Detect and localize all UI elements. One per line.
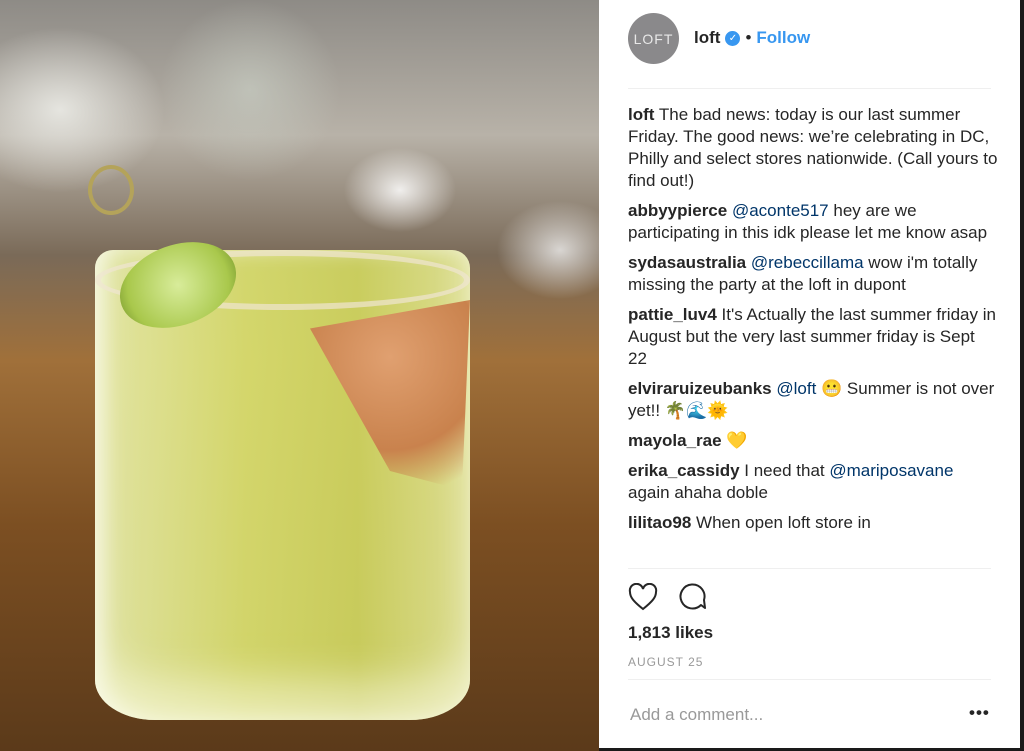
comment: sydasaustralia @rebeccillama wow i'm tot… bbox=[628, 252, 998, 296]
post-photo bbox=[0, 0, 599, 751]
post-date[interactable]: AUGUST 25 bbox=[628, 655, 703, 669]
add-comment-input[interactable]: Add a comment... bbox=[630, 705, 763, 725]
comment-user[interactable]: elviraruizeubanks bbox=[628, 379, 772, 398]
comment-text: When open loft store in bbox=[696, 513, 871, 532]
comment: lilitao98 When open loft store in bbox=[628, 512, 998, 534]
post-side-panel: LOFT loft ✓ • Follow loft The bad news: … bbox=[599, 0, 1020, 748]
mention-link[interactable]: @loft bbox=[776, 379, 816, 398]
comment-text: again ahaha doble bbox=[628, 483, 768, 502]
comment-user[interactable]: mayola_rae bbox=[628, 431, 722, 450]
divider bbox=[628, 568, 991, 569]
post-header: loft ✓ • Follow bbox=[694, 28, 810, 48]
comment-icon[interactable] bbox=[678, 583, 708, 611]
username[interactable]: loft bbox=[694, 28, 720, 48]
comment-user[interactable]: abbyypierce bbox=[628, 201, 727, 220]
more-options-icon[interactable]: ••• bbox=[969, 703, 990, 723]
separator: • bbox=[745, 28, 752, 47]
comment-user[interactable]: lilitao98 bbox=[628, 513, 691, 532]
comment: abbyypierce @aconte517 hey are we partic… bbox=[628, 200, 998, 244]
caption: loft The bad news: today is our last sum… bbox=[628, 104, 998, 192]
comment-user[interactable]: erika_cassidy bbox=[628, 461, 740, 480]
comment: mayola_rae 💛 bbox=[628, 430, 998, 452]
mention-link[interactable]: @rebeccillama bbox=[751, 253, 864, 272]
follow-button[interactable]: Follow bbox=[756, 28, 810, 48]
cocktail-pick bbox=[88, 165, 134, 215]
comment-text: 💛 bbox=[726, 431, 748, 450]
verified-badge-icon: ✓ bbox=[725, 30, 741, 46]
comment: erika_cassidy I need that @mariposavane … bbox=[628, 460, 998, 504]
divider bbox=[628, 679, 991, 680]
avatar[interactable]: LOFT bbox=[628, 13, 679, 64]
comment-user[interactable]: sydasaustralia bbox=[628, 253, 746, 272]
divider bbox=[628, 88, 991, 89]
comment-user[interactable]: loft bbox=[628, 105, 654, 124]
likes-count[interactable]: 1,813 likes bbox=[628, 623, 713, 643]
comments-list[interactable]: loft The bad news: today is our last sum… bbox=[628, 104, 998, 568]
heart-icon[interactable] bbox=[628, 583, 658, 611]
mention-link[interactable]: @aconte517 bbox=[732, 201, 829, 220]
comment-text: The bad news: today is our last summer F… bbox=[628, 105, 998, 190]
avatar-text: LOFT bbox=[633, 30, 674, 47]
comment-text: I need that bbox=[744, 461, 825, 480]
comment-user[interactable]: pattie_luv4 bbox=[628, 305, 717, 324]
action-bar bbox=[628, 583, 708, 611]
comment: pattie_luv4 It's Actually the last summe… bbox=[628, 304, 998, 370]
mention-link[interactable]: @mariposavane bbox=[829, 461, 953, 480]
comment: elviraruizeubanks @loft 😬 Summer is not … bbox=[628, 378, 998, 422]
